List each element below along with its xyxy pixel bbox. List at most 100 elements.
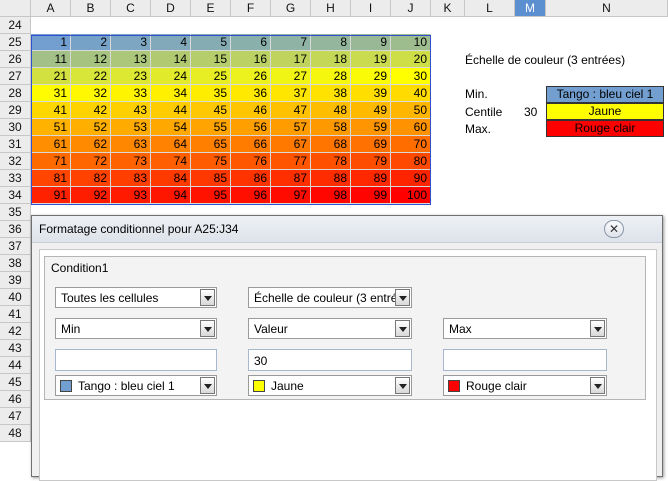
row-header[interactable]: 24 (0, 17, 31, 34)
table-cell[interactable]: 4 (151, 34, 191, 51)
table-cell[interactable]: 29 (351, 68, 391, 85)
column-header[interactable]: C (111, 0, 151, 17)
entry2-type-select[interactable]: Valeur (248, 318, 412, 339)
table-cell[interactable]: 17 (271, 51, 311, 68)
table-cell[interactable]: 49 (351, 102, 391, 119)
row-header[interactable]: 26 (0, 51, 31, 68)
table-cell[interactable]: 41 (31, 102, 71, 119)
table-cell[interactable]: 56 (231, 119, 271, 136)
entry3-color-select[interactable]: Rouge clair (443, 375, 607, 396)
column-header[interactable]: G (271, 0, 311, 17)
table-cell[interactable]: 30 (391, 68, 431, 85)
entry1-color-dropdown-button[interactable] (200, 377, 215, 394)
table-cell[interactable]: 19 (351, 51, 391, 68)
table-cell[interactable]: 50 (391, 102, 431, 119)
table-cell[interactable]: 39 (351, 85, 391, 102)
table-cell[interactable]: 36 (231, 85, 271, 102)
table-cell[interactable]: 32 (71, 85, 111, 102)
table-cell[interactable]: 6 (231, 34, 271, 51)
table-cell[interactable]: 13 (111, 51, 151, 68)
entry2-value-input[interactable]: 30 (248, 349, 412, 371)
row-header[interactable]: 28 (0, 85, 31, 102)
table-cell[interactable]: 77 (271, 153, 311, 170)
table-cell[interactable]: 96 (231, 187, 271, 204)
table-cell[interactable]: 52 (71, 119, 111, 136)
table-cell[interactable]: 88 (311, 170, 351, 187)
table-cell[interactable]: 67 (271, 136, 311, 153)
table-cell[interactable]: 45 (191, 102, 231, 119)
table-cell[interactable]: 9 (351, 34, 391, 51)
table-cell[interactable]: 34 (151, 85, 191, 102)
table-cell[interactable]: 91 (31, 187, 71, 204)
table-cell[interactable]: 5 (191, 34, 231, 51)
table-cell[interactable]: 95 (191, 187, 231, 204)
table-cell[interactable]: 33 (111, 85, 151, 102)
table-cell[interactable]: 8 (311, 34, 351, 51)
column-header[interactable]: K (431, 0, 465, 17)
table-cell[interactable]: 98 (311, 187, 351, 204)
row-header[interactable]: 30 (0, 119, 31, 136)
row-header[interactable]: 42 (0, 323, 31, 340)
table-cell[interactable]: 15 (191, 51, 231, 68)
table-cell[interactable]: 62 (71, 136, 111, 153)
table-cell[interactable]: 90 (391, 170, 431, 187)
table-cell[interactable]: 94 (151, 187, 191, 204)
table-cell[interactable]: 74 (151, 153, 191, 170)
column-header[interactable]: J (391, 0, 431, 17)
table-cell[interactable]: 85 (191, 170, 231, 187)
scope-select[interactable]: Toutes les cellules (55, 287, 217, 308)
table-cell[interactable]: 66 (231, 136, 271, 153)
table-cell[interactable]: 83 (111, 170, 151, 187)
table-cell[interactable]: 87 (271, 170, 311, 187)
column-header[interactable]: B (71, 0, 111, 17)
row-header[interactable]: 37 (0, 238, 31, 255)
table-cell[interactable]: 12 (71, 51, 111, 68)
table-cell[interactable]: 100 (391, 187, 431, 204)
table-cell[interactable]: 42 (71, 102, 111, 119)
row-header[interactable]: 44 (0, 357, 31, 374)
table-cell[interactable]: 72 (71, 153, 111, 170)
table-cell[interactable]: 63 (111, 136, 151, 153)
table-cell[interactable]: 70 (391, 136, 431, 153)
select-all-corner[interactable] (0, 0, 31, 17)
table-cell[interactable]: 1 (31, 34, 71, 51)
table-cell[interactable]: 54 (151, 119, 191, 136)
row-header[interactable]: 35 (0, 204, 31, 221)
entry1-type-select[interactable]: Min (55, 318, 217, 339)
table-cell[interactable]: 18 (311, 51, 351, 68)
column-header[interactable]: E (191, 0, 231, 17)
entry3-type-select[interactable]: Max (443, 318, 607, 339)
entry3-value-input[interactable] (443, 349, 607, 371)
table-cell[interactable]: 25 (191, 68, 231, 85)
table-cell[interactable]: 55 (191, 119, 231, 136)
table-cell[interactable]: 2 (71, 34, 111, 51)
table-cell[interactable]: 71 (31, 153, 71, 170)
table-cell[interactable]: 93 (111, 187, 151, 204)
row-header[interactable]: 43 (0, 340, 31, 357)
type-dropdown-button[interactable] (395, 289, 410, 306)
column-header[interactable]: A (31, 0, 71, 17)
scope-dropdown-button[interactable] (200, 289, 215, 306)
entry2-dropdown-button[interactable] (395, 320, 410, 337)
table-cell[interactable]: 47 (271, 102, 311, 119)
table-cell[interactable]: 99 (351, 187, 391, 204)
column-header[interactable]: N (546, 0, 668, 17)
table-cell[interactable]: 7 (271, 34, 311, 51)
close-button[interactable]: ✕ (604, 220, 624, 238)
row-header[interactable]: 36 (0, 221, 31, 238)
table-cell[interactable]: 79 (351, 153, 391, 170)
entry1-value-input[interactable] (55, 349, 217, 371)
table-cell[interactable]: 92 (71, 187, 111, 204)
table-cell[interactable]: 64 (151, 136, 191, 153)
table-cell[interactable]: 84 (151, 170, 191, 187)
row-header[interactable]: 39 (0, 272, 31, 289)
dialog-titlebar[interactable]: Formatage conditionnel pour A25:J34 ✕ (32, 216, 662, 243)
table-cell[interactable]: 59 (351, 119, 391, 136)
row-header[interactable]: 45 (0, 374, 31, 391)
table-cell[interactable]: 82 (71, 170, 111, 187)
entry3-dropdown-button[interactable] (590, 320, 605, 337)
table-cell[interactable]: 11 (31, 51, 71, 68)
table-cell[interactable]: 58 (311, 119, 351, 136)
table-cell[interactable]: 68 (311, 136, 351, 153)
table-cell[interactable]: 27 (271, 68, 311, 85)
